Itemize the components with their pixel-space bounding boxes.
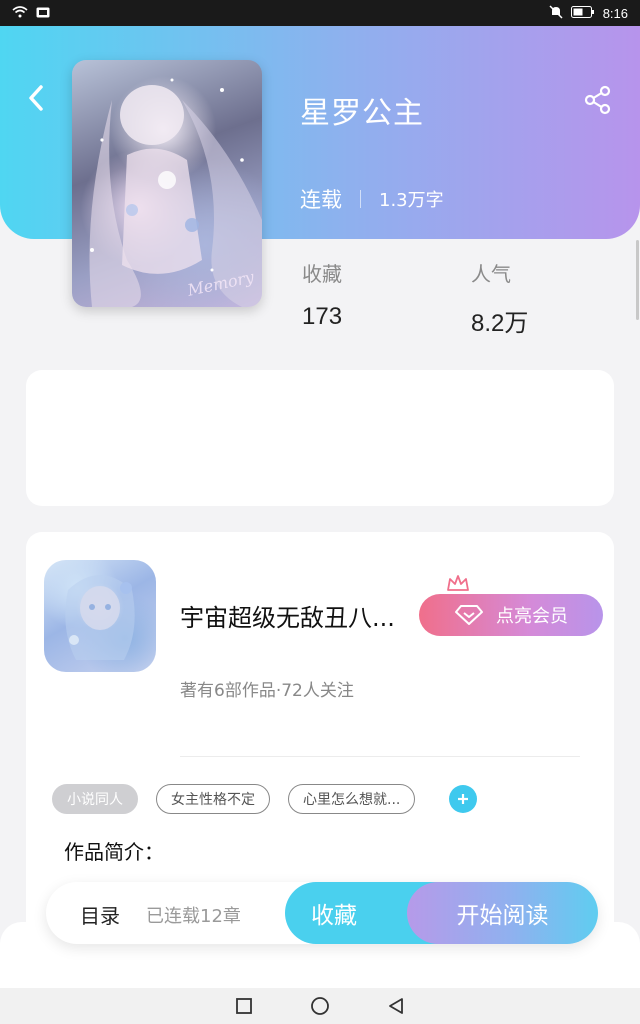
- back-button[interactable]: [22, 82, 50, 114]
- start-reading-button[interactable]: 开始阅读: [407, 882, 598, 944]
- tag-item[interactable]: 女主性格不定: [156, 784, 270, 814]
- home-button[interactable]: [309, 995, 331, 1017]
- scrollbar[interactable]: [636, 240, 639, 320]
- toc-button[interactable]: 目录: [80, 900, 120, 929]
- tag-list: 小说同人 女主性格不定 心里怎么想就...: [52, 784, 478, 814]
- favorites-label: 收藏: [302, 262, 342, 286]
- vip-button[interactable]: 点亮会员: [419, 594, 603, 636]
- popularity-stat: 人气 8.2万: [471, 258, 528, 338]
- sim-icon: [36, 6, 50, 21]
- popularity-value: 8.2万: [471, 310, 529, 337]
- favorites-value: 173: [302, 303, 343, 330]
- favorites-stat: 收藏 173: [302, 258, 342, 331]
- author-name[interactable]: 宇宙超级无敌丑八...: [180, 598, 395, 633]
- status-bar: 8:16: [0, 0, 640, 26]
- popularity-label: 人气: [471, 262, 511, 286]
- home-icon: [311, 997, 329, 1015]
- chapter-count: 已连载12章: [146, 906, 241, 927]
- status-time: 8:16: [602, 5, 628, 21]
- tag-item[interactable]: 小说同人: [52, 784, 138, 814]
- card-divider: [180, 756, 580, 757]
- book-cover[interactable]: Memory: [72, 60, 262, 307]
- intro-title: 作品简介：: [64, 840, 164, 864]
- collect-label: 收藏: [311, 903, 357, 929]
- crown-icon: [447, 575, 469, 591]
- word-count: 1.3万字: [379, 190, 444, 211]
- back-arrow-icon: [29, 85, 43, 111]
- diamond-icon: [455, 605, 483, 625]
- system-nav-bar: [0, 988, 640, 1024]
- book-meta: 连载 1.3万字: [300, 184, 444, 214]
- recent-apps-icon: [236, 998, 252, 1014]
- avatar-illustration: [65, 575, 135, 660]
- serial-status: 连载: [300, 188, 342, 212]
- share-button[interactable]: [580, 84, 616, 116]
- author-subtitle: 著有6部作品·72人关注: [180, 681, 354, 701]
- book-title: 星罗公主: [300, 96, 424, 131]
- mute-icon: [549, 4, 563, 22]
- meta-divider: [360, 190, 361, 208]
- battery-icon: [570, 5, 595, 21]
- nav-back-button[interactable]: [385, 995, 407, 1017]
- back-icon: [389, 998, 403, 1014]
- tag-item[interactable]: 心里怎么想就...: [288, 784, 416, 814]
- wifi-icon: [12, 5, 28, 21]
- add-tag-button[interactable]: [449, 785, 478, 813]
- blank-card: [26, 370, 614, 506]
- start-reading-label: 开始阅读: [456, 903, 549, 929]
- share-icon: [584, 85, 611, 115]
- plus-icon: [458, 794, 469, 804]
- recent-apps-button[interactable]: [233, 995, 255, 1017]
- author-avatar[interactable]: [44, 560, 156, 672]
- action-bar: 目录 已连载12章 收藏 开始阅读: [46, 882, 598, 944]
- vip-label: 点亮会员: [496, 606, 568, 627]
